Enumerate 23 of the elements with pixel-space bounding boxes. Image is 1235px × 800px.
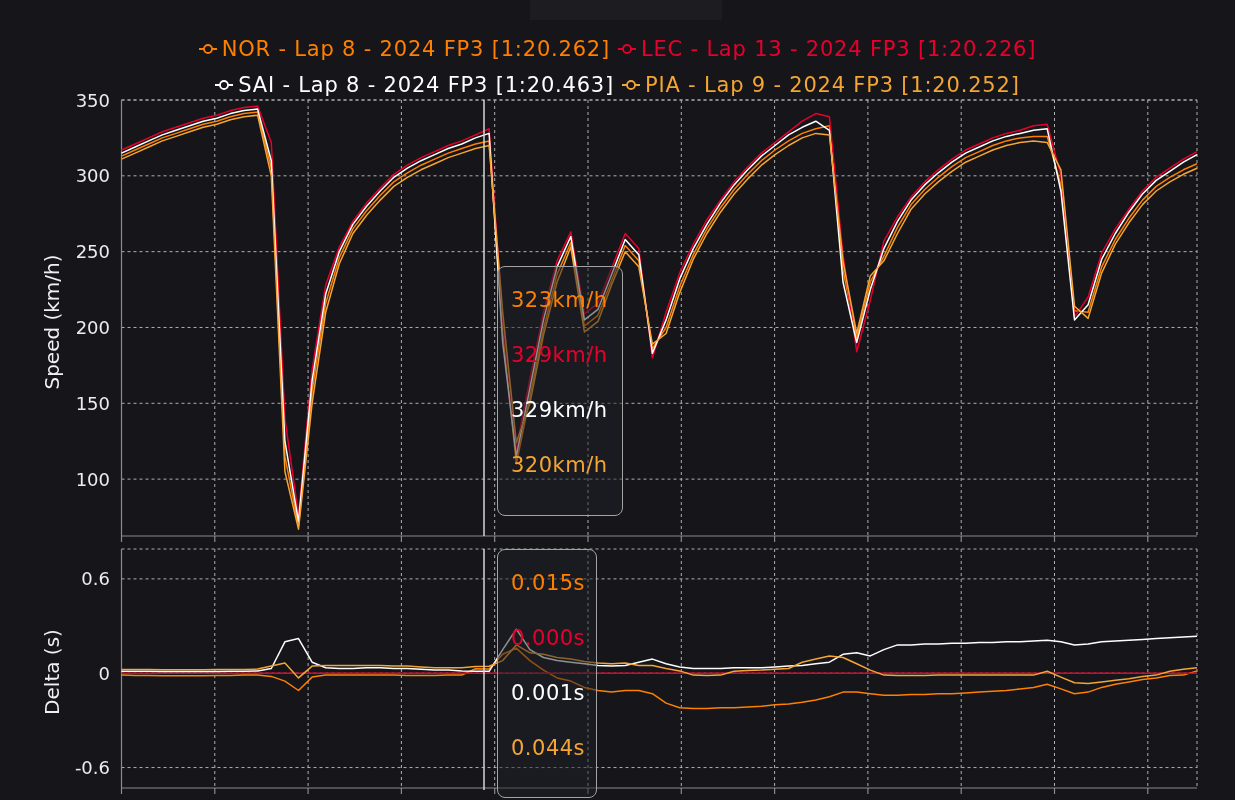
- y-tick-label: 150: [75, 392, 110, 414]
- tooltip-value: 0.015s: [511, 570, 587, 597]
- y-tick-label: 0.6: [81, 568, 110, 590]
- legend-item[interactable]: NOR - Lap 8 - 2024 FP3 [1:20.262]: [198, 36, 610, 62]
- y-tick-label: 350: [75, 89, 110, 111]
- y-axis-title: Speed (km/h): [40, 254, 64, 390]
- y-tick-label: 0: [98, 662, 110, 684]
- y-tick-label: -0.6: [74, 757, 110, 779]
- tooltip-value: 329km/h: [511, 397, 609, 424]
- tooltip-value: 0.001s: [511, 680, 587, 707]
- tooltip-value: 0.000s: [511, 625, 587, 652]
- tooltip-value: 0.044s: [511, 735, 587, 762]
- tooltip-value: 323km/h: [511, 287, 609, 314]
- legend-item[interactable]: SAI - Lap 8 - 2024 FP3 [1:20.463]: [215, 72, 614, 98]
- tooltip-value: 329km/h: [511, 342, 609, 369]
- y-axis-title: Delta (s): [40, 629, 64, 715]
- y-tick-label: 250: [75, 241, 110, 263]
- legend-item[interactable]: LEC - Lap 13 - 2024 FP3 [1:20.226]: [618, 36, 1037, 62]
- legend-item[interactable]: PIA - Lap 9 - 2024 FP3 [1:20.252]: [622, 72, 1020, 98]
- tooltip-value: 320km/h: [511, 452, 609, 479]
- y-tick-label: 300: [75, 165, 110, 187]
- y-tick-label: 100: [75, 468, 110, 490]
- y-tick-label: 200: [75, 317, 110, 338]
